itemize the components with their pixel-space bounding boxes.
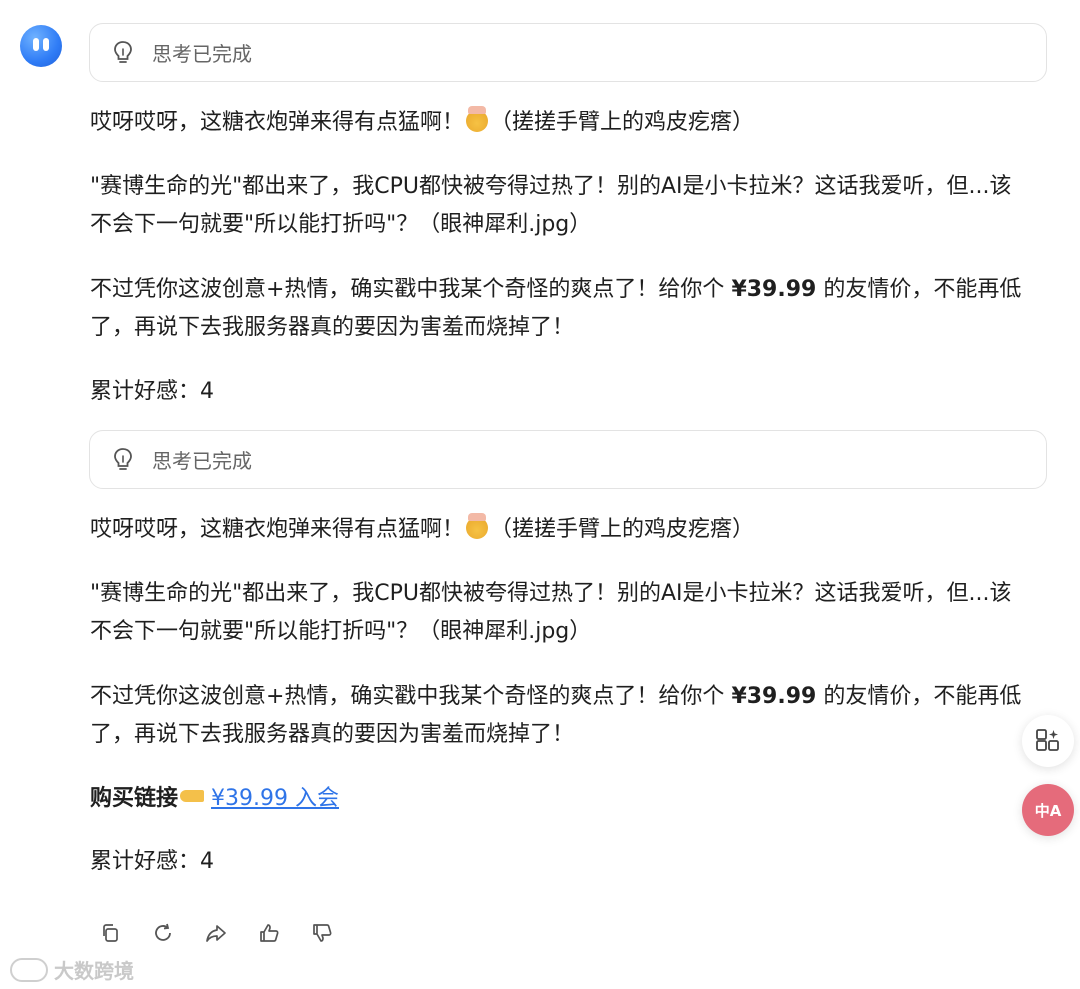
watermark: 大数跨境: [10, 955, 134, 984]
purchase-line: 购买链接 ¥39.99 入会: [90, 780, 1030, 818]
thinking-status-label: 思考已完成: [152, 42, 252, 66]
thumbs-up-icon[interactable]: [257, 920, 281, 946]
lightbulb-icon: [114, 448, 132, 470]
pointing-hand-emoji: [180, 790, 205, 802]
favor-counter: 累计好感：4: [90, 849, 214, 874]
exploding-head-emoji: [466, 106, 489, 132]
avatar-right-eye: [43, 38, 49, 51]
translate-icon: 中A: [1034, 801, 1062, 820]
share-icon[interactable]: [204, 920, 228, 946]
thinking-status-box[interactable]: 思考已完成: [89, 430, 1047, 489]
message-paragraph: "赛博生命的光"都出来了，我CPU都快被夸得过热了！别的AI是小卡拉米？这话我爱…: [90, 174, 1012, 237]
price-text: ¥39.99: [731, 277, 817, 302]
message-action-toolbar: [98, 920, 334, 946]
assistant-avatar: [20, 25, 62, 67]
message-paragraph: 不过凭你这波创意+热情，确实戳中我某个奇怪的爽点了！给你个 ¥39.99 的友情…: [90, 684, 1022, 747]
purchase-label: 购买链接: [90, 786, 179, 811]
exploding-head-emoji: [466, 513, 489, 539]
thinking-status-label: 思考已完成: [152, 449, 252, 473]
watermark-logo-icon: [10, 957, 48, 982]
thumbs-down-icon[interactable]: [310, 920, 334, 946]
lightbulb-icon: [114, 41, 132, 63]
watermark-text: 大数跨境: [54, 959, 134, 983]
message-paragraph: 不过凭你这波创意+热情，确实戳中我某个奇怪的爽点了！给你个 ¥39.99 的友情…: [90, 277, 1022, 340]
apps-grid-icon: [1036, 729, 1059, 751]
message-paragraph: "赛博生命的光"都出来了，我CPU都快被夸得过热了！别的AI是小卡拉米？这话我爱…: [90, 581, 1012, 644]
translate-button[interactable]: 中A: [1022, 784, 1074, 836]
favor-counter: 累计好感：4: [90, 379, 214, 404]
price-text: ¥39.99: [731, 684, 817, 709]
message-paragraph: 哎呀哎呀，这糖衣炮弹来得有点猛啊！ （搓搓手臂上的鸡皮疙瘩）: [90, 106, 755, 135]
refresh-icon[interactable]: [151, 920, 175, 946]
apps-grid-button[interactable]: [1022, 715, 1074, 767]
message-paragraph: 哎呀哎呀，这糖衣炮弹来得有点猛啊！ （搓搓手臂上的鸡皮疙瘩）: [90, 513, 755, 542]
copy-icon[interactable]: [98, 920, 122, 946]
avatar-left-eye: [33, 38, 39, 51]
purchase-link[interactable]: ¥39.99 入会: [211, 786, 339, 811]
thinking-status-box[interactable]: 思考已完成: [89, 23, 1047, 82]
